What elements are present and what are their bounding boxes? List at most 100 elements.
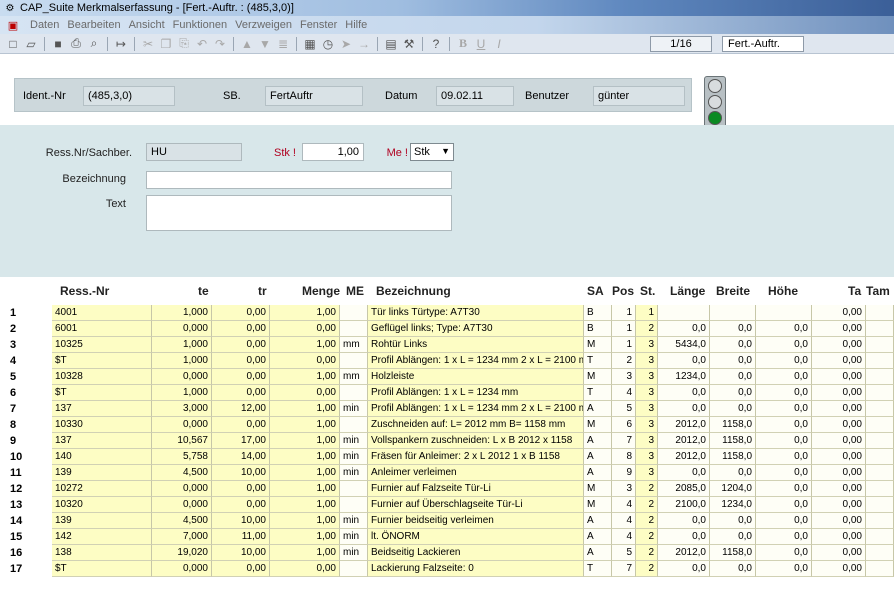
cell-te[interactable]: 0,000 [152,561,212,577]
table-row[interactable]: 15 142 7,000 11,00 1,00 min lt. ÖNORM A 4 2 0,0 0,0… [0,529,894,545]
cell-menge[interactable]: 1,00 [270,417,340,433]
cell-pos[interactable]: 4 [612,513,636,529]
cell-st[interactable]: 2 [636,481,658,497]
cell-me[interactable] [340,321,368,337]
cell-me[interactable]: min [340,433,368,449]
cell-breite[interactable]: 1158,0 [710,433,756,449]
exit-icon[interactable]: ↦ [112,35,130,53]
cell-ta[interactable]: 0,00 [812,321,866,337]
row-number[interactable]: 9 [0,433,48,449]
stk-field[interactable]: 1,00 [302,143,364,161]
cell-ress[interactable]: 139 [52,513,152,529]
cell-laenge[interactable]: 0,0 [658,465,710,481]
move-up-icon[interactable]: ▲ [238,35,256,53]
cell-hoehe[interactable]: 0,0 [756,337,812,353]
cell-ta[interactable]: 0,00 [812,385,866,401]
cell-me[interactable] [340,561,368,577]
document-menu-icon[interactable]: ▣ [6,18,20,32]
cell-tam[interactable] [866,481,894,497]
col-breite[interactable]: Breite [716,284,750,298]
bezeichnung-field[interactable] [146,171,452,189]
cell-ta[interactable]: 0,00 [812,353,866,369]
cell-menge[interactable]: 1,00 [270,497,340,513]
bold-icon[interactable]: B [454,35,472,53]
cell-me[interactable] [340,305,368,321]
cell-hoehe[interactable]: 0,0 [756,545,812,561]
cell-tr[interactable]: 11,00 [212,529,270,545]
col-hoehe[interactable]: Höhe [768,284,798,298]
cell-breite[interactable]: 1158,0 [710,449,756,465]
cell-me[interactable] [340,353,368,369]
cell-bez[interactable]: Beidseitig Lackieren [368,545,584,561]
ident-field[interactable]: (485,3,0) [83,86,175,106]
cell-me[interactable]: min [340,465,368,481]
cell-st[interactable]: 3 [636,401,658,417]
cell-tam[interactable] [866,321,894,337]
cell-menge[interactable]: 1,00 [270,401,340,417]
table-row[interactable]: 10 140 5,758 14,00 1,00 min Fräsen für Anleime… [0,449,894,465]
cell-tr[interactable]: 0,00 [212,497,270,513]
cell-pos[interactable]: 1 [612,321,636,337]
cell-tr[interactable]: 0,00 [212,305,270,321]
cell-me[interactable]: min [340,513,368,529]
col-menge[interactable]: Menge [302,284,340,298]
save-icon[interactable]: ■ [49,35,67,53]
cell-breite[interactable]: 0,0 [710,465,756,481]
cell-hoehe[interactable]: 0,0 [756,369,812,385]
cell-breite[interactable]: 1234,0 [710,497,756,513]
cell-menge[interactable]: 1,00 [270,529,340,545]
cell-bez[interactable]: Furnier auf Überschlagseite Tür-Li [368,497,584,513]
table-row[interactable]: 7 137 3,000 12,00 1,00 min Profil Ablängen: 1 … [0,401,894,417]
cell-te[interactable]: 4,500 [152,465,212,481]
menu-bearbeiten[interactable]: Bearbeiten [63,19,124,31]
table-row[interactable]: 13 10320 0,000 0,00 1,00 Furnier auf Überschl… [0,497,894,513]
row-number[interactable]: 7 [0,401,48,417]
cell-breite[interactable]: 0,0 [710,337,756,353]
cell-laenge[interactable]: 0,0 [658,353,710,369]
row-number[interactable]: 5 [0,369,48,385]
cell-ress[interactable]: 10320 [52,497,152,513]
cell-laenge[interactable]: 2012,0 [658,433,710,449]
cell-hoehe[interactable]: 0,0 [756,497,812,513]
cell-st[interactable]: 2 [636,321,658,337]
cell-bez[interactable]: Furnier auf Falzseite Tür-Li [368,481,584,497]
cell-menge[interactable]: 1,00 [270,545,340,561]
cell-sa[interactable]: B [584,305,612,321]
cell-pos[interactable]: 5 [612,545,636,561]
cell-pos[interactable]: 3 [612,369,636,385]
cell-bez[interactable]: Lackierung Falzseite: 0 [368,561,584,577]
cell-pos[interactable]: 1 [612,337,636,353]
redo-icon[interactable]: ↷ [211,35,229,53]
cell-te[interactable]: 1,000 [152,305,212,321]
cell-menge[interactable]: 0,00 [270,353,340,369]
new-icon[interactable]: □ [4,35,22,53]
table-row[interactable]: 6 $T 1,000 0,00 0,00 Profil Ablängen: 1 x L =… [0,385,894,401]
cell-tr[interactable]: 0,00 [212,321,270,337]
table-row[interactable]: 5 10328 0,000 0,00 1,00 mm Holzleiste M 3 3 1234,0… [0,369,894,385]
cell-pos[interactable]: 4 [612,497,636,513]
row-number[interactable]: 17 [0,561,48,577]
col-pos[interactable]: Pos [612,284,634,298]
cell-sa[interactable]: A [584,449,612,465]
cell-tr[interactable]: 0,00 [212,385,270,401]
cell-laenge[interactable]: 0,0 [658,561,710,577]
clock-icon[interactable]: ◷ [319,35,337,53]
cell-sa[interactable]: T [584,353,612,369]
menu-hilfe[interactable]: Hilfe [341,19,371,31]
cell-ta[interactable]: 0,00 [812,481,866,497]
menu-daten[interactable]: Daten [26,19,63,31]
cell-tam[interactable] [866,449,894,465]
print-preview-icon[interactable]: ⌕ [85,35,103,53]
cell-tam[interactable] [866,465,894,481]
cell-breite[interactable]: 1204,0 [710,481,756,497]
cell-pos[interactable]: 7 [612,433,636,449]
col-laenge[interactable]: Länge [670,284,705,298]
cell-breite[interactable]: 0,0 [710,385,756,401]
cell-breite[interactable]: 0,0 [710,529,756,545]
cell-tam[interactable] [866,401,894,417]
insert-icon[interactable]: → [355,35,373,53]
cell-st[interactable]: 2 [636,497,658,513]
cell-te[interactable]: 0,000 [152,321,212,337]
cell-hoehe[interactable]: 0,0 [756,321,812,337]
cell-menge[interactable]: 1,00 [270,369,340,385]
